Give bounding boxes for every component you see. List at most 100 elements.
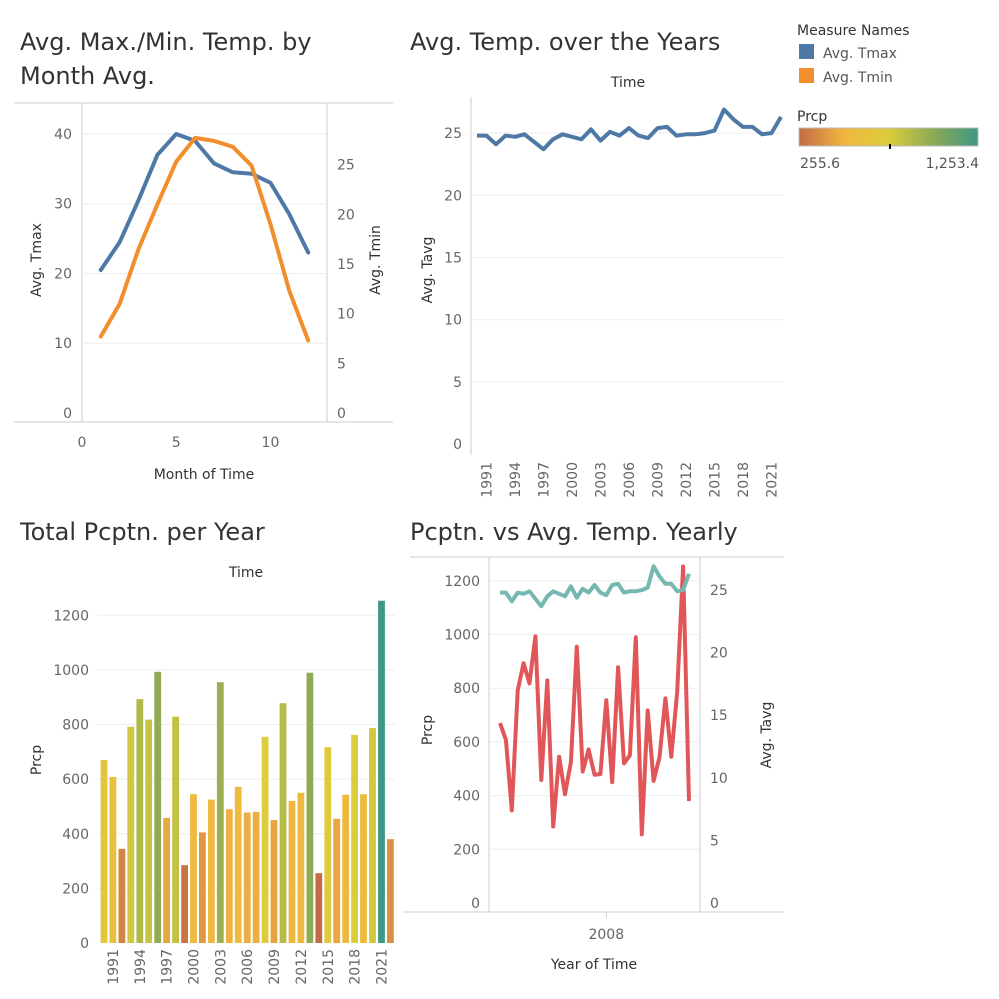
chart2-xtick-label: 2015 [708,462,724,498]
chart2-ylabel: Avg. Tavg [420,237,436,304]
chart3-xtick-label: 2012 [294,949,310,985]
prcp-bar-1995 [145,719,153,943]
chart4-ytick-label: 400 [453,789,480,805]
chart2-xtick-label: 2012 [679,462,695,498]
chart1-title-line1: Avg. Max./Min. Temp. by [20,28,312,56]
chart2-xtick-label: 1991 [480,462,496,498]
chart2-xtick-label: 1997 [537,462,553,498]
prcp-bar-2006 [243,812,251,943]
chart4-xtick-label: 2008 [588,927,624,943]
prcp-bar-2019 [360,794,367,943]
chart2-xtick-label: 2000 [565,462,581,498]
yearly-precip-chart: Total Pcptn. per Year Time Prcp 0 200 400 6… [19,518,395,985]
prcp-bar-2001 [199,832,206,943]
tmin-line [98,135,311,343]
chart4-ytick-label: 1200 [444,574,480,590]
chart3-header: Time [228,565,263,581]
chart4-ylabel: Prcp [420,715,436,745]
prcp-bar-2017 [342,794,350,943]
chart4-y2tick-label: 15 [710,708,728,724]
chart1-title-line2: Month Avg. [20,62,155,90]
prcp-gradient-bar[interactable] [798,127,979,147]
prcp-bar-1994 [136,699,144,943]
yearly-temp-chart: Avg. Temp. over the Years Time Avg. Tavg… [410,28,784,498]
prcp-bar-2010 [279,703,287,943]
chart1-y2tick-label: 15 [337,257,355,273]
tmin-legend-label[interactable]: Avg. Tmin [823,70,893,86]
chart1-xlabel: Month of Time [154,467,255,483]
chart3-xtick-label: 1994 [133,949,149,985]
prcp-bar-2018 [351,734,358,943]
chart3-ytick-label: 600 [62,772,89,788]
prcp-line [498,564,691,837]
dashboard: Measure Names Avg. Tmax Avg. Tmin Prcp 2… [14,23,979,985]
prcp-bar-1998 [172,716,179,943]
chart4-xlabel: Year of Time [550,957,637,973]
chart2-xtick-label: 2018 [736,462,752,498]
prcp-bar-2022 [387,839,394,943]
chart2-ytick-label: 0 [453,437,462,453]
prcp-legend-title: Prcp [797,109,827,125]
chart2-xtick-label: 1994 [508,462,524,498]
chart1-ytick-label: 30 [54,197,72,213]
chart2-xtick-label: 2021 [765,462,781,498]
prcp-bar-2020 [369,728,376,943]
chart4-title: Pcptn. vs Avg. Temp. Yearly [410,518,738,546]
chart1-ylabel: Avg. Tmax [29,223,45,297]
chart3-ytick-label: 200 [62,881,89,897]
chart3-xtick-label: 2021 [374,949,390,985]
chart3-ylabel: Prcp [29,745,45,775]
chart1-y2tick-label: 20 [337,207,355,223]
measure-legend-title: Measure Names [797,23,910,39]
prcp-bar-2014 [315,873,323,943]
chart2-ytick-label: 5 [453,375,462,391]
tmax-swatch[interactable] [799,44,814,59]
prcp-bar-1997 [163,817,170,943]
prcp-min-label: 255.6 [800,156,840,172]
chart1-ytick-label: 10 [54,336,72,352]
chart2-header: Time [610,75,645,91]
prcp-bar-2011 [288,801,296,943]
chart3-xtick-label: 2018 [348,949,364,985]
chart2-ytick-label: 20 [444,188,462,204]
chart3-xtick-label: 2006 [240,949,256,985]
chart3-xtick-label: 1991 [106,949,122,985]
chart4-ytick-label: 0 [471,896,480,912]
chart3-ytick-label: 1000 [53,663,89,679]
tmin-swatch[interactable] [799,68,814,83]
prcp-bar-2013 [306,672,314,943]
chart1-y2tick-label: 5 [337,356,346,372]
chart1-ytick-label: 0 [63,406,72,422]
chart3-title: Total Pcptn. per Year [19,518,265,546]
chart4-ytick-label: 200 [453,842,480,858]
measure-names-legend: Measure Names Avg. Tmax Avg. Tmin [797,23,910,86]
chart4-ytick-label: 800 [453,681,480,697]
chart1-y2tick-label: 0 [337,406,346,422]
tavg-line [477,107,783,152]
prcp-color-legend: Prcp 255.6 1,253.4 [797,109,979,172]
chart1-ytick-label: 40 [54,127,72,143]
chart1-xtick-label: 5 [172,435,181,451]
prcp-bar-2009 [270,820,278,943]
prcp-bar-2005 [234,786,242,943]
chart3-ytick-label: 1200 [53,608,89,624]
prcp-bar-1991 [109,777,117,943]
chart3-xtick-label: 1997 [160,949,176,985]
chart4-y2tick-label: 20 [710,646,728,662]
chart4-y2tick-label: 25 [710,583,728,599]
chart3-ytick-label: 0 [80,936,89,952]
tmax-legend-label[interactable]: Avg. Tmax [823,46,897,62]
chart3-ytick-label: 800 [62,718,89,734]
chart2-title: Avg. Temp. over the Years [410,28,720,56]
prcp-bar-2000 [190,794,197,943]
tavg-teal-line [500,564,691,609]
chart2-ytick-label: 15 [444,250,462,266]
chart2-xtick-label: 2009 [651,462,667,498]
chart1-y2label: Avg. Tmin [368,225,384,295]
chart2-xtick-label: 2003 [594,462,610,498]
chart2-ytick-label: 10 [444,313,462,329]
chart4-y2tick-label: 5 [710,833,719,849]
chart3-ytick-label: 400 [62,827,89,843]
prcp-bar-2021 [378,600,385,943]
prcp-bar-1992 [118,848,126,943]
